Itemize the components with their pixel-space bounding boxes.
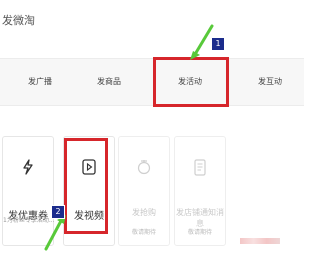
flash-sale-icon (136, 159, 152, 179)
card-store-notice-label: 发店铺通知消息 (176, 208, 224, 228)
lightning-coupon-icon (21, 159, 35, 179)
card-flash-sale-sub: 敬请期待 (131, 229, 156, 236)
card-store-notice: 发店铺通知消息 敬请期待 (174, 136, 226, 246)
post-type-tabbar: 发广播 发商品 发活动 发互动 (0, 58, 304, 106)
tab-interaction[interactable]: 发互动 (245, 76, 295, 87)
card-flash-sale-label: 发抢购 (132, 208, 156, 217)
blurred-patch (240, 238, 280, 244)
page-title: 发微淘 (2, 14, 35, 27)
card-flash-sale: 发抢购 敬请期待 (118, 136, 170, 246)
tab-product[interactable]: 发商品 (84, 76, 134, 87)
highlight-box-activity-tab (153, 57, 229, 107)
highlight-box-video-card (64, 138, 108, 234)
step-badge-1: 1 (211, 37, 225, 51)
step-badge-2: 2 (51, 205, 65, 219)
tab-broadcast[interactable]: 发广播 (15, 76, 65, 87)
pointer-arrow-2 (44, 215, 66, 251)
store-notice-icon (193, 159, 207, 181)
card-store-notice-sub: 敬请期待 (187, 229, 212, 236)
